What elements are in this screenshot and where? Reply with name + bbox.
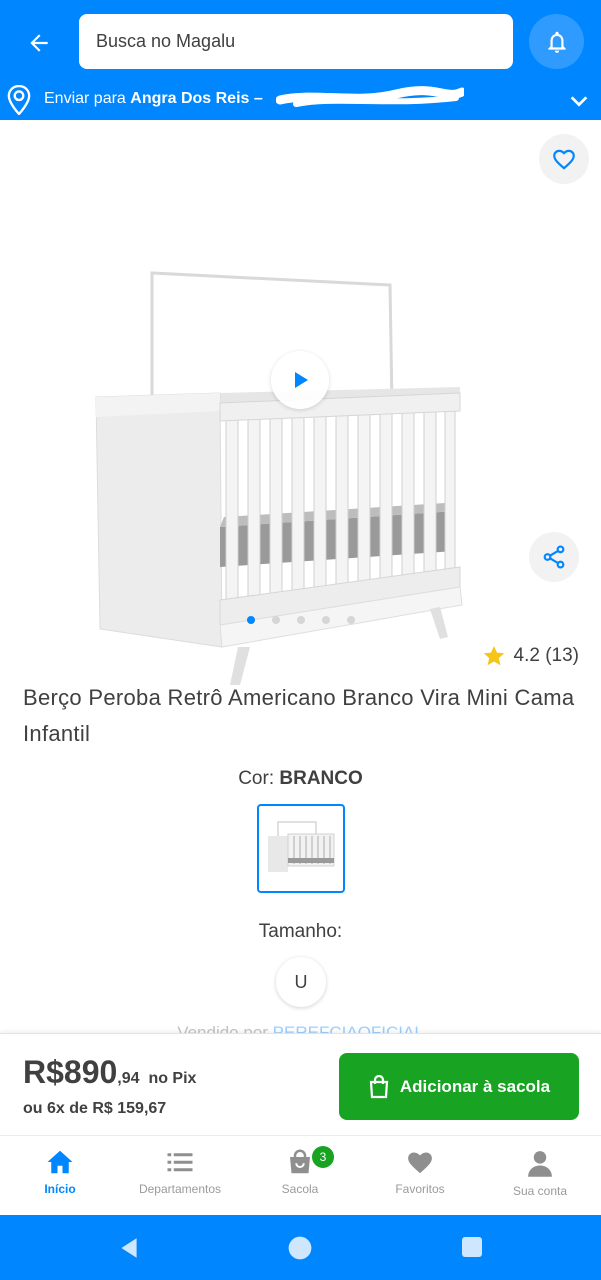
product-title: Berço Peroba Retrô Americano Branco Vira… bbox=[23, 685, 575, 746]
play-video-button[interactable] bbox=[271, 351, 329, 409]
bag-count-badge: 3 bbox=[312, 1146, 334, 1168]
nav-item-inicio[interactable]: Início bbox=[0, 1148, 120, 1196]
chevron-down-icon bbox=[570, 96, 588, 107]
shipping-prefix: Enviar para bbox=[44, 90, 126, 107]
shipping-text: Enviar para Angra Dos Reis – bbox=[44, 90, 263, 108]
bottom-navigation: Início Departamentos 3 Sacola Favoritos … bbox=[0, 1135, 601, 1215]
arrow-left-icon bbox=[30, 34, 48, 52]
nav-label: Sua conta bbox=[512, 1184, 568, 1198]
shopping-bag-icon bbox=[369, 1074, 389, 1098]
gallery-dot[interactable] bbox=[346, 616, 355, 624]
system-navigation-bar bbox=[0, 1215, 601, 1280]
add-to-bag-button[interactable]: Adicionar à sacola bbox=[339, 1053, 579, 1120]
notifications-button[interactable] bbox=[529, 14, 584, 69]
share-icon bbox=[543, 545, 565, 569]
heart-icon bbox=[408, 1152, 432, 1174]
size-option-u[interactable]: U bbox=[276, 957, 326, 1007]
color-swatch-branco[interactable] bbox=[257, 804, 345, 893]
menu-icon bbox=[167, 1153, 193, 1172]
share-button[interactable] bbox=[529, 532, 579, 582]
product-rating[interactable]: 4.2 (13) bbox=[482, 644, 579, 668]
nav-label: Sacola bbox=[281, 1182, 319, 1196]
swatch-thumbnail bbox=[268, 820, 335, 872]
user-icon bbox=[528, 1151, 552, 1177]
purchase-bar: R$890,94 no Pix ou 6x de R$ 159,67 Adici… bbox=[0, 1033, 601, 1135]
search-box[interactable] bbox=[79, 14, 513, 69]
bell-icon bbox=[547, 31, 566, 53]
gallery-dot[interactable] bbox=[271, 616, 280, 624]
gallery-pagination[interactable] bbox=[0, 616, 601, 624]
price-suffix: no Pix bbox=[148, 1070, 197, 1087]
nav-label: Favoritos bbox=[395, 1182, 445, 1196]
system-back-icon[interactable] bbox=[116, 1235, 142, 1261]
system-home-icon[interactable] bbox=[287, 1235, 313, 1261]
heart-outline-icon bbox=[553, 149, 575, 170]
color-selector-label: Cor: BRANCO bbox=[0, 768, 601, 790]
nav-label: Departamentos bbox=[138, 1182, 222, 1196]
star-icon bbox=[483, 646, 504, 666]
price: R$890,94 no Pix bbox=[23, 1054, 196, 1091]
price-main: R$890 bbox=[23, 1054, 118, 1090]
size-selector-label: Tamanho: bbox=[258, 921, 343, 942]
color-value: BRANCO bbox=[279, 768, 363, 789]
installments-text: ou 6x de R$ 159,67 bbox=[23, 1100, 167, 1117]
gallery-dot[interactable] bbox=[296, 616, 305, 624]
favorite-button[interactable] bbox=[539, 134, 589, 184]
gallery-dot[interactable] bbox=[246, 616, 255, 624]
product-image bbox=[95, 271, 463, 685]
nav-item-favoritos[interactable]: Favoritos bbox=[360, 1148, 480, 1196]
nav-label: Início bbox=[44, 1182, 76, 1196]
top-bar: Enviar para Angra Dos Reis – bbox=[0, 0, 601, 120]
add-to-bag-label: Adicionar à sacola bbox=[399, 1076, 551, 1096]
rating-value: 4.2 (13) bbox=[513, 645, 579, 666]
nav-item-sua-conta[interactable]: Sua conta bbox=[480, 1148, 600, 1198]
back-button[interactable] bbox=[18, 22, 60, 64]
product-gallery[interactable] bbox=[0, 120, 601, 685]
price-cents: ,94 bbox=[117, 1070, 140, 1087]
home-icon bbox=[47, 1150, 73, 1174]
redaction-scribble bbox=[276, 86, 464, 107]
shipping-city: Angra Dos Reis – bbox=[130, 90, 263, 107]
nav-item-sacola[interactable]: 3 Sacola bbox=[240, 1146, 360, 1196]
nav-item-departamentos[interactable]: Departamentos bbox=[120, 1148, 240, 1196]
color-label: Cor: bbox=[238, 768, 275, 789]
shipping-address-bar[interactable]: Enviar para Angra Dos Reis – bbox=[0, 80, 601, 120]
system-recents-icon[interactable] bbox=[460, 1235, 484, 1259]
location-pin-icon bbox=[7, 85, 31, 115]
gallery-dot[interactable] bbox=[321, 616, 330, 624]
search-input[interactable] bbox=[79, 14, 513, 69]
bag-icon bbox=[290, 1149, 310, 1174]
play-icon bbox=[295, 372, 308, 388]
